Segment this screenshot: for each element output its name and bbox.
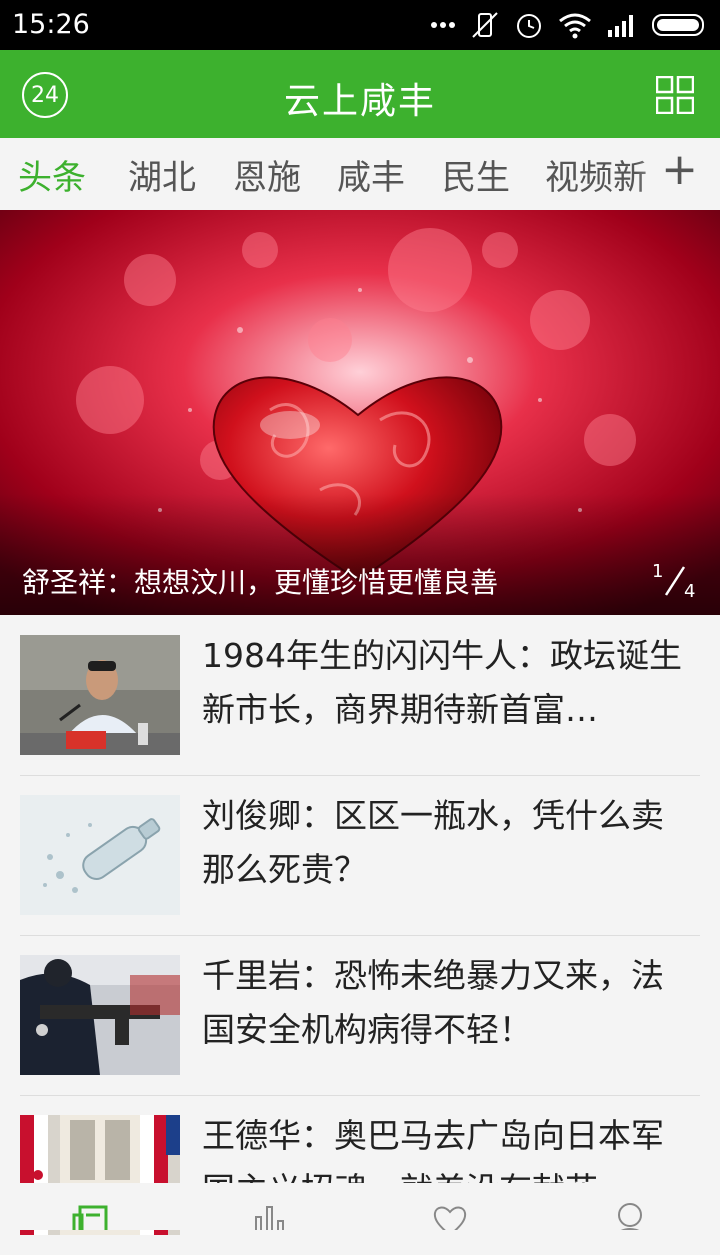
news-thumbnail xyxy=(20,955,180,1075)
more-dots-icon xyxy=(431,22,455,28)
pager-total: 4 xyxy=(684,581,695,601)
official-speaking-image xyxy=(20,635,180,755)
news-title: 1984年生的闪闪牛人：政坛诞生新市长，商界期待新首富… xyxy=(202,636,682,729)
channel-tabs: 头条 湖北 恩施 咸丰 民生 视频新 + xyxy=(0,138,720,210)
status-bar: 15:26 xyxy=(0,0,720,50)
news-thumbnail xyxy=(20,795,180,915)
news-item[interactable]: 王德华：奥巴马去广岛向日本军国主义招魂，就差没有献花 xyxy=(20,1095,700,1255)
wifi-icon xyxy=(559,13,591,39)
chart-nav-icon[interactable] xyxy=(250,1197,290,1230)
pager-indicator: 1 4 xyxy=(652,561,695,602)
bottom-nav xyxy=(0,1183,720,1230)
heart-nav-icon[interactable] xyxy=(430,1197,470,1230)
app-title: 云上咸丰 xyxy=(283,81,436,122)
news-title: 刘俊卿：区区一瓶水，凭什么卖那么死贵？ xyxy=(202,796,664,889)
tab-enshi[interactable]: 恩施 xyxy=(233,150,301,199)
news-item[interactable]: 1984年生的闪闪牛人：政坛诞生新市长，商界期待新首富… xyxy=(20,615,700,776)
signal-icon xyxy=(608,15,633,37)
tab-minsheng[interactable]: 民生 xyxy=(442,150,510,199)
news-item[interactable]: 千里岩：恐怖未绝暴力又来，法国安全机构病得不轻！ xyxy=(20,935,700,1096)
hero-pager: 1 4 xyxy=(650,559,700,605)
vibrate-off-icon xyxy=(472,12,498,38)
news-nav-icon[interactable] xyxy=(72,1197,112,1230)
tab-video[interactable]: 视频新 xyxy=(545,150,647,199)
tab-hubei[interactable]: 湖北 xyxy=(128,150,196,199)
hero-banner[interactable]: 舒圣祥：想想汶川，更懂珍惜更懂良善 1 4 xyxy=(0,210,720,615)
user-nav-icon[interactable] xyxy=(610,1197,650,1230)
app-header: 24 云上咸丰 xyxy=(0,50,720,138)
battery-icon xyxy=(652,14,704,36)
news-item[interactable]: 刘俊卿：区区一瓶水，凭什么卖那么死贵？ xyxy=(20,775,700,936)
alarm-icon xyxy=(517,14,541,38)
tab-toutiao[interactable]: 头条 xyxy=(18,150,86,199)
news-thumbnail xyxy=(20,635,180,755)
water-bottle-image xyxy=(20,795,180,915)
heart-image xyxy=(0,210,720,615)
pager-current: 1 xyxy=(652,561,663,582)
tab-xianfeng[interactable]: 咸丰 xyxy=(337,150,405,199)
status-icons xyxy=(430,8,708,42)
armed-police-image xyxy=(20,955,180,1075)
hero-caption: 舒圣祥：想想汶川，更懂珍惜更懂良善 xyxy=(22,566,499,599)
status-time: 15:26 xyxy=(12,9,90,40)
grid-menu-icon[interactable] xyxy=(656,76,694,114)
news-title: 千里岩：恐怖未绝暴力又来，法国安全机构病得不轻！ xyxy=(202,956,664,1049)
add-channel-button[interactable]: + xyxy=(661,144,698,195)
